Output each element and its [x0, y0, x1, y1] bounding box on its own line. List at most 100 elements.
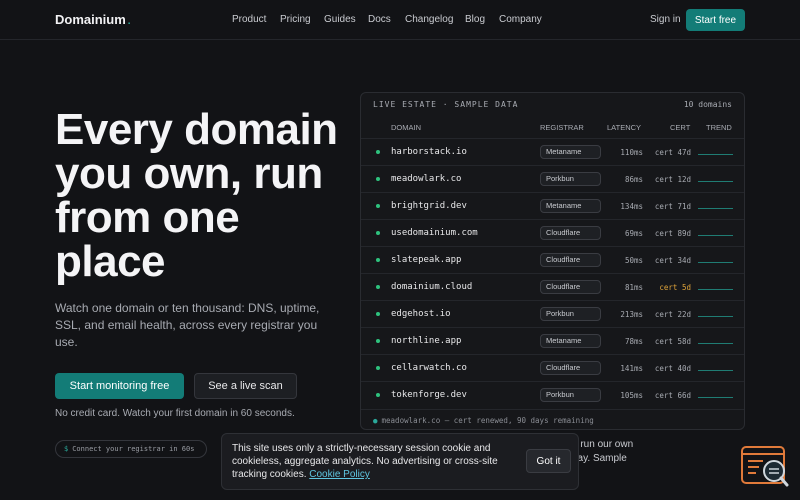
cli-prompt: $ — [64, 445, 69, 453]
footer-message: meadowlark.co — cert renewed, 90 days re… — [381, 416, 594, 425]
cli-pill[interactable]: $ Connect your registrar in 60s — [55, 440, 207, 458]
section-text-partial: e run our own day. Sample — [572, 438, 652, 466]
hero-subtitle: Watch one domain or ten thousand: DNS, u… — [55, 301, 320, 349]
latency-value: 50ms — [624, 256, 643, 265]
latency-value: 141ms — [620, 364, 643, 373]
cookie-message: This site uses only a strictly-necessary… — [232, 442, 507, 481]
domain-name: northline.app — [391, 336, 462, 346]
trend-line — [698, 262, 733, 263]
panel-title: LIVE ESTATE · SAMPLE DATA — [373, 100, 519, 109]
table-row[interactable]: cellarwatch.co Cloudflare 141ms cert 40d — [361, 354, 744, 381]
cert-value: cert 12d — [654, 175, 691, 184]
trend-line — [698, 154, 733, 155]
latency-value: 134ms — [620, 202, 643, 211]
cert-value-warning: cert 5d — [659, 283, 691, 292]
domain-name: cellarwatch.co — [391, 363, 467, 373]
cert-value: cert 34d — [654, 256, 691, 265]
domain-name: usedomainium.com — [391, 228, 478, 238]
cert-value: cert 22d — [654, 310, 691, 319]
table-row[interactable]: harborstack.io Metaname 110ms cert 47d — [361, 138, 744, 165]
start-monitoring-button[interactable]: Start monitoring free — [55, 373, 184, 399]
cert-value: cert 47d — [654, 148, 691, 157]
cert-value: cert 40d — [654, 364, 691, 373]
nav-pricing[interactable]: Pricing — [280, 14, 311, 25]
table-row[interactable]: tokenforge.dev Porkbun 105ms cert 66d — [361, 381, 744, 408]
col-registrar: REGISTRAR — [540, 123, 584, 132]
cert-value: cert 71d — [654, 202, 691, 211]
top-nav: Domainium. Product Pricing Guides Docs C… — [0, 0, 800, 40]
partial-line-2: day. Sample — [572, 453, 627, 464]
live-scan-button[interactable]: See a live scan — [194, 373, 297, 399]
registrar-badge: Cloudflare — [540, 226, 601, 240]
trend-line — [698, 235, 733, 236]
domain-name: edgehost.io — [391, 309, 451, 319]
registrar-badge: Cloudflare — [540, 280, 601, 294]
domain-name: slatepeak.app — [391, 255, 462, 265]
status-dot — [376, 177, 380, 181]
status-dot — [376, 312, 380, 316]
latency-value: 86ms — [624, 175, 643, 184]
trend-line — [698, 208, 733, 209]
col-trend: TREND — [706, 123, 732, 132]
nav-changelog[interactable]: Changelog — [405, 14, 453, 25]
table-row[interactable]: northline.app Metaname 78ms cert 58d — [361, 327, 744, 354]
domain-name: harborstack.io — [391, 147, 467, 157]
nav-company[interactable]: Company — [499, 14, 542, 25]
domain-name: domainium.cloud — [391, 282, 473, 292]
table-row[interactable]: domainium.cloud Cloudflare 81ms cert 5d — [361, 273, 744, 300]
cookie-policy-link[interactable]: Cookie Policy — [309, 469, 370, 480]
table-row[interactable]: usedomainium.com Cloudflare 69ms cert 89… — [361, 219, 744, 246]
table-row[interactable]: slatepeak.app Cloudflare 50ms cert 34d — [361, 246, 744, 273]
status-dot — [376, 150, 380, 154]
latency-value: 81ms — [624, 283, 643, 292]
panel-count: 10 domains — [683, 100, 732, 109]
latency-value: 78ms — [624, 337, 643, 346]
table-header: DOMAIN REGISTRAR LATENCY CERT TREND — [361, 123, 744, 137]
cookie-banner: This site uses only a strictly-necessary… — [221, 433, 579, 490]
domain-name: brightgrid.dev — [391, 201, 467, 211]
latency-value: 69ms — [624, 229, 643, 238]
status-dot — [376, 258, 380, 262]
status-dot — [376, 285, 380, 289]
status-dot — [376, 393, 380, 397]
domain-name: tokenforge.dev — [391, 390, 467, 400]
panel-header: LIVE ESTATE · SAMPLE DATA 10 domains — [361, 93, 744, 117]
nav-docs[interactable]: Docs — [368, 14, 391, 25]
registrar-badge: Metaname — [540, 199, 601, 213]
partial-line-1: e run our own — [572, 439, 634, 450]
registrar-badge: Metaname — [540, 334, 601, 348]
table-row[interactable]: brightgrid.dev Metaname 134ms cert 71d — [361, 192, 744, 219]
brand-dot: . — [127, 16, 131, 27]
cert-value: cert 66d — [654, 391, 691, 400]
latency-value: 110ms — [620, 148, 643, 157]
registrar-badge: Porkbun — [540, 172, 601, 186]
table-row[interactable]: edgehost.io Porkbun 213ms cert 22d — [361, 300, 744, 327]
registrar-badge: Porkbun — [540, 388, 601, 402]
live-estate-panel: LIVE ESTATE · SAMPLE DATA 10 domains DOM… — [360, 92, 745, 430]
hero-title: Every domain you own, run from one place — [55, 105, 338, 286]
col-latency: LATENCY — [607, 123, 642, 132]
registrar-badge: Cloudflare — [540, 253, 601, 267]
registrar-badge: Metaname — [540, 145, 601, 159]
table-row[interactable]: meadowlark.co Porkbun 86ms cert 12d — [361, 165, 744, 192]
cert-value: cert 58d — [654, 337, 691, 346]
nav-product[interactable]: Product — [232, 14, 266, 25]
status-dot — [376, 339, 380, 343]
chat-search-icon[interactable] — [741, 445, 791, 490]
trend-line — [698, 181, 733, 182]
sign-in-link[interactable]: Sign in — [650, 14, 681, 25]
brand-logo[interactable]: Domainium. — [55, 12, 131, 27]
cli-text: Connect your registrar in 60s — [72, 445, 195, 453]
domain-name: meadowlark.co — [391, 174, 462, 184]
status-dot — [376, 204, 380, 208]
nav-blog[interactable]: Blog — [465, 14, 485, 25]
start-free-button[interactable]: Start free — [686, 9, 745, 31]
nav-guides[interactable]: Guides — [324, 14, 356, 25]
got-it-button[interactable]: Got it — [526, 449, 571, 473]
footer-status-dot: ● — [373, 416, 378, 425]
trend-line — [698, 316, 733, 317]
hero-note: No credit card. Watch your first domain … — [55, 408, 295, 419]
col-domain: DOMAIN — [391, 123, 421, 132]
registrar-badge: Porkbun — [540, 307, 601, 321]
latency-value: 213ms — [620, 310, 643, 319]
